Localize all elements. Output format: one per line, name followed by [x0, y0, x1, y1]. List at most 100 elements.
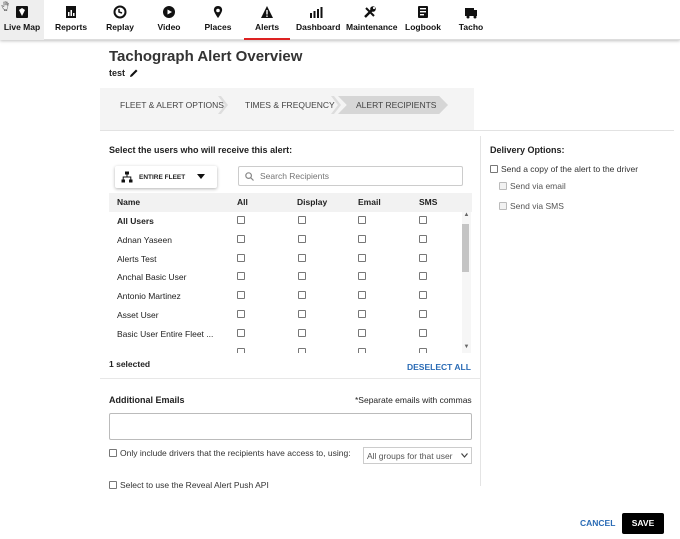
groups-select[interactable]: All groups for that user — [363, 447, 472, 464]
nav-label: Alerts — [254, 22, 280, 32]
separate-emails-note: *Separate emails with commas — [355, 395, 472, 405]
send-copy-option[interactable]: Send a copy of the alert to the driver — [490, 164, 638, 174]
nav-label: Tacho — [458, 22, 484, 32]
checkbox-email[interactable] — [358, 328, 366, 337]
send-copy-checkbox[interactable] — [490, 165, 498, 173]
selected-count: 1 selected — [109, 359, 151, 369]
column-header-display: Display — [297, 197, 328, 207]
send-via-sms-option[interactable]: Send via SMS — [499, 201, 564, 211]
alert-name-row: test — [109, 68, 139, 78]
reveal-api-checkbox[interactable] — [109, 481, 117, 489]
cancel-button[interactable]: CANCEL — [580, 518, 615, 528]
reports-icon — [66, 6, 76, 18]
recipient-name: Asset User — [117, 310, 159, 320]
nav-replay[interactable]: Replay — [103, 0, 137, 40]
nav-label: Replay — [106, 22, 134, 32]
nav-dashboard[interactable]: Dashboard — [296, 0, 341, 40]
nav-label: Maintenance — [346, 22, 398, 32]
checkbox-display[interactable] — [298, 216, 306, 224]
table-row: Anchal Basic User — [109, 268, 461, 287]
checkbox-all[interactable] — [237, 216, 245, 224]
checkbox-email[interactable] — [358, 253, 366, 262]
step-fleet-alert-options[interactable]: FLEET & ALERT OPTIONS — [120, 96, 224, 114]
checkbox-all[interactable] — [237, 234, 245, 243]
nav-label: Dashboard — [296, 22, 341, 32]
nav-label: Logbook — [405, 22, 441, 32]
checkbox-sms[interactable] — [419, 253, 427, 262]
table-row: Antonio Martinez — [109, 287, 461, 306]
table-row-partial — [109, 344, 461, 353]
fleet-selector[interactable]: ENTIRE FLEET — [115, 166, 217, 188]
checkbox-all[interactable] — [237, 272, 245, 281]
recipient-name: Alerts Test — [117, 253, 157, 264]
scroll-down-arrow-icon[interactable]: ▼ — [462, 344, 471, 354]
only-include-checkbox[interactable] — [109, 449, 117, 457]
checkbox-all[interactable] — [237, 328, 245, 337]
checkbox-display[interactable] — [298, 310, 306, 318]
send-via-sms-checkbox[interactable] — [499, 202, 507, 210]
step-times-frequency[interactable]: TIMES & FREQUENCY — [245, 96, 335, 114]
deselect-all-link[interactable]: DESELECT ALL — [407, 362, 471, 372]
nav-video[interactable]: Video — [153, 0, 185, 40]
edit-pencil-icon[interactable] — [129, 68, 139, 78]
send-via-email-checkbox[interactable] — [499, 182, 507, 190]
nav-maintenance[interactable]: Maintenance — [346, 0, 398, 40]
table-row: Adnan Yaseen — [109, 231, 461, 250]
nav-tacho[interactable]: Tacho — [458, 0, 484, 40]
checkbox-email[interactable] — [358, 347, 366, 353]
checkbox-sms[interactable] — [419, 272, 427, 281]
checkbox-display[interactable] — [298, 347, 306, 353]
maintenance-icon — [364, 6, 376, 18]
checkbox-email[interactable] — [358, 272, 366, 281]
checkbox-display[interactable] — [298, 291, 306, 300]
hierarchy-icon — [121, 171, 133, 183]
send-via-email-option[interactable]: Send via email — [499, 181, 566, 191]
checkbox-sms[interactable] — [419, 328, 427, 337]
save-button[interactable]: SAVE — [622, 513, 664, 534]
search-recipients-input[interactable] — [260, 171, 450, 181]
table-row: Asset User — [109, 306, 461, 325]
checkbox-email[interactable] — [358, 310, 366, 318]
replay-icon — [113, 5, 127, 19]
additional-emails-input[interactable] — [109, 413, 472, 440]
caret-down-icon — [197, 174, 206, 179]
checkbox-sms[interactable] — [419, 216, 427, 224]
nav-label: Live Map — [3, 22, 41, 32]
checkbox-display[interactable] — [298, 272, 306, 281]
only-include-label: Only include drivers that the recipients… — [120, 448, 351, 458]
checkbox-display[interactable] — [298, 234, 306, 243]
checkbox-all[interactable] — [237, 253, 245, 262]
send-via-email-label: Send via email — [510, 181, 566, 191]
nav-logbook[interactable]: Logbook — [405, 0, 441, 40]
nav-alerts[interactable]: Alerts — [244, 0, 290, 40]
scroll-up-arrow-icon[interactable]: ▲ — [462, 212, 471, 222]
checkbox-sms[interactable] — [419, 291, 427, 300]
checkbox-sms[interactable] — [419, 234, 427, 243]
reveal-api-option[interactable]: Select to use the Reveal Alert Push API — [109, 480, 269, 490]
table-row: All Users — [109, 212, 461, 231]
live-map-icon — [16, 6, 28, 18]
checkbox-display[interactable] — [298, 328, 306, 337]
nav-reports[interactable]: Reports — [53, 0, 89, 40]
table-row: Basic User Entire Fleet ... — [109, 325, 461, 344]
checkbox-display[interactable] — [298, 253, 306, 262]
recipients-table-header: Name All Display Email SMS — [109, 193, 472, 212]
checkbox-sms[interactable] — [419, 310, 427, 318]
scrollbar-thumb[interactable] — [462, 224, 469, 272]
checkbox-email[interactable] — [358, 216, 366, 224]
checkbox-email[interactable] — [358, 234, 366, 243]
only-include-option[interactable]: Only include drivers that the recipients… — [109, 448, 354, 458]
nav-label: Places — [204, 22, 232, 32]
step-alert-recipients[interactable]: ALERT RECIPIENTS — [338, 96, 448, 114]
tacho-icon — [465, 8, 477, 19]
section-divider — [100, 378, 480, 379]
checkbox-all[interactable] — [237, 291, 245, 300]
checkbox-all[interactable] — [237, 347, 245, 353]
checkbox-sms[interactable] — [419, 347, 427, 353]
checkbox-all[interactable] — [237, 310, 245, 318]
fleet-selector-label: ENTIRE FLEET — [139, 173, 186, 181]
checkbox-email[interactable] — [358, 291, 366, 300]
recipient-name: Basic User Entire Fleet ... — [117, 328, 214, 339]
nav-places[interactable]: Places — [203, 0, 233, 40]
search-recipients-box[interactable] — [238, 166, 463, 186]
